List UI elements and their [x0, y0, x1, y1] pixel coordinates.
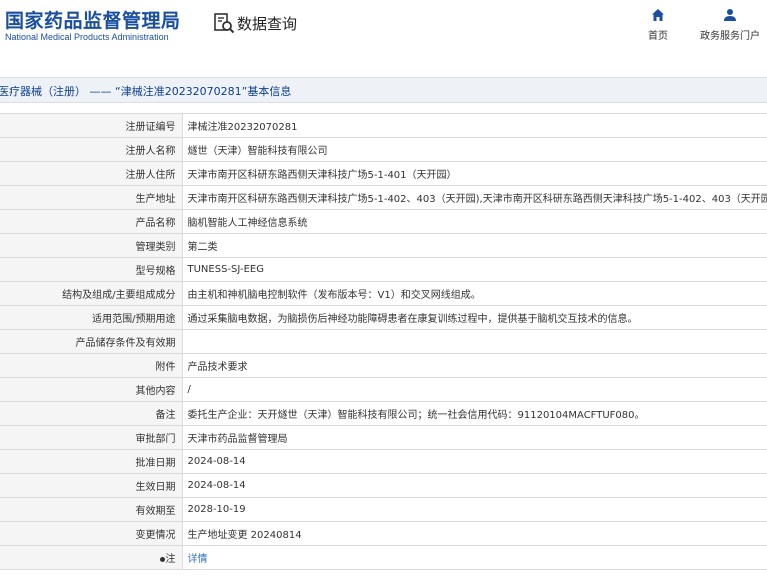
table-row: 型号规格 TUNESS-SJ-EEG	[0, 257, 767, 282]
table-row: 有效期至 2028-10-19	[0, 497, 767, 522]
field-value: 委托生产企业：天开燧世（天津）智能科技有限公司；统一社会信用代码：9112010…	[182, 401, 767, 426]
field-label: 生产地址	[0, 185, 183, 210]
field-value: 产品技术要求	[182, 353, 767, 378]
field-label: 注册人住所	[0, 161, 183, 186]
field-value: 燧世（天津）智能科技有限公司	[182, 137, 767, 162]
table-row-note: 注 详情	[0, 545, 767, 570]
home-icon	[652, 9, 664, 21]
table-row: 注册人名称 燧世（天津）智能科技有限公司	[0, 137, 767, 162]
site-logo-title[interactable]: 国家药品监督管理局	[5, 6, 181, 33]
nav-home-label: 首页	[648, 31, 668, 42]
field-label: 产品储存条件及有效期	[0, 329, 183, 354]
nav-home[interactable]: 首页	[648, 8, 668, 42]
field-label: 备注	[0, 401, 183, 426]
table-row: 批准日期 2024-08-14	[0, 449, 767, 474]
field-label: 管理类别	[0, 233, 183, 258]
nav-service-portal[interactable]: 政务服务门户	[700, 8, 760, 42]
record-title: 医疗器械（注册） —— “津械注准20232070281”基本信息	[0, 85, 292, 98]
device-info-table: 注册证编号 津械注准20232070281 注册人名称 燧世（天津）智能科技有限公司注…	[0, 113, 767, 570]
field-label: 结构及组成/主要组成成分	[0, 281, 183, 306]
field-label: 型号规格	[0, 257, 183, 282]
table-row: 生产地址 天津市南开区科研东路西侧天津科技广场5-1-402、403（天开园),天…	[0, 185, 767, 210]
details-link[interactable]: 详情	[188, 554, 208, 565]
field-label-note: 注	[0, 545, 183, 570]
record-title-bar: 医疗器械（注册） —— “津械注准20232070281”基本信息	[0, 77, 767, 103]
field-value: 由主机和神机脑电控制软件（发布版本号：V1）和交叉网线组成。	[182, 281, 767, 306]
field-value: TUNESS-SJ-EEG	[182, 257, 767, 282]
field-label: 注册人名称	[0, 137, 183, 162]
field-label: 有效期至	[0, 497, 183, 522]
site-header: 国家药品监督管理局 National Medical Products Admi…	[0, 0, 767, 52]
table-row: 管理类别 第二类	[0, 233, 767, 258]
table-row: 其他内容 /	[0, 377, 767, 402]
table-row: 适用范围/预期用途 通过采集脑电数据，为脑损伤后神经功能障碍患者在康复训练过程中，…	[0, 305, 767, 330]
nav-service-label: 政务服务门户	[700, 31, 760, 42]
field-label: 适用范围/预期用途	[0, 305, 183, 330]
data-query-section[interactable]: 数据查询	[213, 12, 297, 34]
user-icon	[724, 9, 736, 21]
table-row: 产品名称 脑机智能人工神经信息系统	[0, 209, 767, 234]
field-value: 2024-08-14	[182, 473, 767, 498]
site-logo-subtitle: National Medical Products Administration	[5, 32, 169, 42]
field-label: 产品名称	[0, 209, 183, 234]
field-label: 审批部门	[0, 425, 183, 450]
table-row: 审批部门 天津市药品监督管理局	[0, 425, 767, 450]
field-label: 注册证编号	[0, 113, 183, 138]
field-value: 脑机智能人工神经信息系统	[182, 209, 767, 234]
table-row: 注册证编号 津械注准20232070281	[0, 113, 767, 138]
document-search-icon	[214, 13, 235, 34]
table-row: 变更情况 生产地址变更 20240814	[0, 521, 767, 546]
bullet-icon	[159, 556, 165, 562]
field-label: 附件	[0, 353, 183, 378]
field-label: 生效日期	[0, 473, 183, 498]
table-row: 产品储存条件及有效期	[0, 329, 767, 354]
field-value: 生产地址变更 20240814	[182, 521, 767, 546]
field-label: 批准日期	[0, 449, 183, 474]
field-value: 天津市南开区科研东路西侧天津科技广场5-1-401（天开园）	[182, 161, 767, 186]
field-value: 津械注准20232070281	[182, 113, 767, 138]
field-value: 天津市南开区科研东路西侧天津科技广场5-1-402、403（天开园),天津市南开…	[182, 185, 767, 210]
table-row: 备注 委托生产企业：天开燧世（天津）智能科技有限公司；统一社会信用代码：91120…	[0, 401, 767, 426]
field-value: 2028-10-19	[182, 497, 767, 522]
table-row: 结构及组成/主要组成成分 由主机和神机脑电控制软件（发布版本号：V1）和交叉网线组…	[0, 281, 767, 306]
note-label: 注	[165, 554, 176, 565]
field-label: 其他内容	[0, 377, 183, 402]
field-label: 变更情况	[0, 521, 183, 546]
table-row: 注册人住所 天津市南开区科研东路西侧天津科技广场5-1-401（天开园）	[0, 161, 767, 186]
data-query-label: 数据查询	[237, 14, 298, 33]
field-value-note: 详情	[182, 545, 767, 570]
field-value: 第二类	[182, 233, 767, 258]
table-row: 生效日期 2024-08-14	[0, 473, 767, 498]
field-value: 2024-08-14	[182, 449, 767, 474]
field-value: /	[182, 377, 767, 402]
field-value	[182, 329, 767, 354]
field-value: 天津市药品监督管理局	[182, 425, 767, 450]
field-value: 通过采集脑电数据，为脑损伤后神经功能障碍患者在康复训练过程中，提供基于脑机交互技…	[182, 305, 767, 330]
table-row: 附件 产品技术要求	[0, 353, 767, 378]
